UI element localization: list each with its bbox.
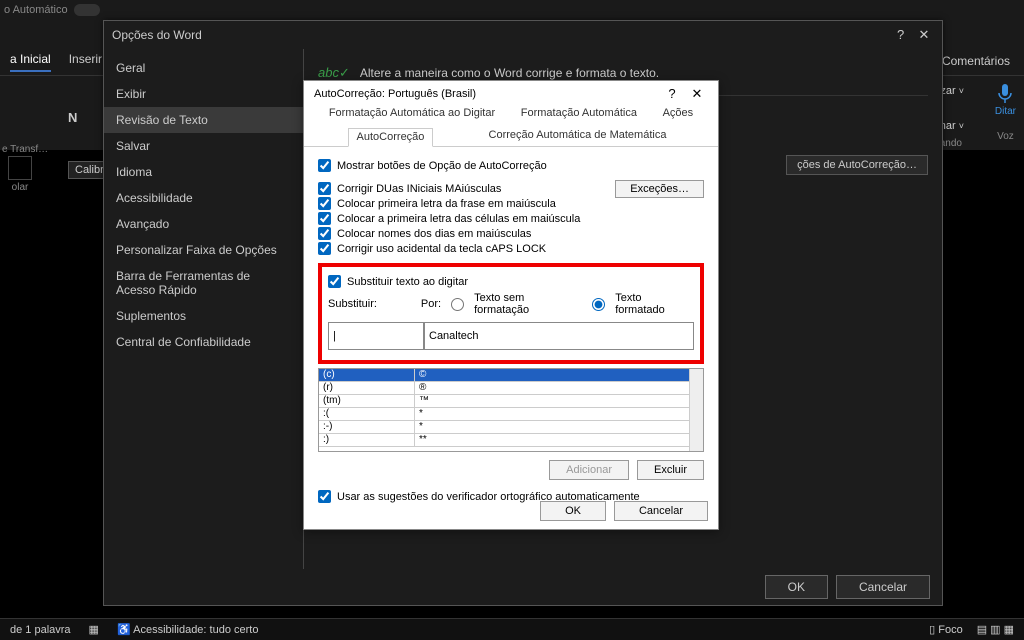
paste-group: olar [2,154,38,195]
chk-capslock-label: Corrigir uso acidental da tecla cAPS LOC… [337,243,546,255]
replace-highlight-box: Substituir texto ao digitar Substituir: … [318,263,704,364]
sidebar-item-idioma[interactable]: Idioma [104,159,303,185]
chk-replace-typing[interactable] [328,275,341,288]
autocorrect-options-button[interactable]: ções de AutoCorreção… [786,155,928,175]
accessibility-status[interactable]: ♿ Acessibilidade: tudo certo [117,623,259,636]
autocorrect-dialog: AutoCorreção: Português (Brasil) ? ✕ For… [303,80,719,530]
bold-button[interactable]: N [68,110,77,125]
replace-label: Substituir: [328,298,377,310]
chk-first-sentence[interactable] [318,197,331,210]
table-row[interactable]: (r)® [319,382,689,395]
view-buttons[interactable]: ▤ ▥ ▦ [977,623,1014,636]
autocorrect-title: AutoCorreção: Português (Brasil) [314,88,476,100]
voice-group-label: Voz [995,131,1016,142]
chk-first-sentence-label: Colocar primeira letra da frase em maiús… [337,198,556,210]
proofing-heading: Altere a maneira como o Word corrige e f… [360,66,659,80]
chk-first-cell[interactable] [318,212,331,225]
tab-math-autocorrect[interactable]: Correção Automática de Matemática [481,127,675,146]
table-scrollbar[interactable] [689,369,703,451]
focus-mode[interactable]: ▯ Foco [929,623,963,636]
with-label: Por: [421,298,441,310]
chk-first-cell-label: Colocar a primeira letra das células em … [337,213,580,225]
chk-spellcheck-suggestions[interactable] [318,490,331,503]
autocorrect-tabs-primary: AutoCorreção Correção Automática de Mate… [304,127,718,147]
options-cancel-button[interactable]: Cancelar [836,575,930,599]
word-count[interactable]: de 1 palavra [10,624,71,636]
tab-autocorrect[interactable]: AutoCorreção [348,128,434,147]
chk-two-initials[interactable] [318,182,331,195]
word-options-titlebar: Opções do Word ? ✕ [104,21,942,49]
tab-format-auto[interactable]: Formatação Automática [521,107,637,125]
options-sidebar: Geral Exibir Revisão de Texto Salvar Idi… [104,49,304,569]
radio-plain-text-label: Texto sem formatação [474,292,582,316]
autocorrect-tabs-secondary: Formatação Automática ao Digitar Formata… [304,107,718,125]
comentarios-button[interactable]: Comentários [936,52,1016,70]
chk-day-names[interactable] [318,227,331,240]
chk-show-buttons[interactable] [318,159,331,172]
replacement-table[interactable]: (c)© (r)® (tm)™ :(* :-)* :)** [318,368,704,452]
editando-group-label: ando [940,138,962,149]
chk-two-initials-label: Corrigir DUas INiciais MAiúsculas [337,183,501,195]
dictate-label: Ditar [995,106,1016,117]
ribbon-tabs: a Inicial Inserir [0,52,102,72]
table-row[interactable]: (tm)™ [319,395,689,408]
sidebar-item-salvar[interactable]: Salvar [104,133,303,159]
tab-inicial[interactable]: a Inicial [10,52,51,72]
sidebar-item-avancado[interactable]: Avançado [104,211,303,237]
chk-capslock[interactable] [318,242,331,255]
bg-auto-label: o Automático [0,4,68,16]
close-icon[interactable]: ✕ [686,86,708,102]
chk-show-buttons-label: Mostrar botões de Opção de AutoCorreção [337,160,547,172]
chk-replace-typing-label: Substituir texto ao digitar [347,276,468,288]
radio-plain-text[interactable] [451,298,464,311]
toggle-autosave[interactable] [74,4,100,16]
exceptions-button[interactable]: Exceções… [615,180,704,198]
sidebar-item-suplementos[interactable]: Suplementos [104,303,303,329]
paste-label: olar [8,182,32,193]
add-button[interactable]: Adicionar [549,460,629,480]
table-row[interactable]: (c)© [319,369,689,382]
language-indicator[interactable]: ▦ [89,623,99,636]
tab-format-typing[interactable]: Formatação Automática ao Digitar [329,107,495,125]
table-row[interactable]: :-)* [319,421,689,434]
table-row[interactable]: :)** [319,434,689,447]
sidebar-item-barra[interactable]: Barra de Ferramentas de Acesso Rápido [104,263,303,303]
sidebar-item-acessibilidade[interactable]: Acessibilidade [104,185,303,211]
options-ok-button[interactable]: OK [765,575,828,599]
paste-icon[interactable] [8,156,32,180]
help-icon[interactable]: ? [661,86,683,101]
help-icon[interactable]: ? [891,27,911,42]
sidebar-item-personalizar[interactable]: Personalizar Faixa de Opções [104,237,303,263]
sidebar-item-revisao[interactable]: Revisão de Texto [104,107,303,133]
autocorrect-titlebar: AutoCorreção: Português (Brasil) ? ✕ [304,81,718,107]
table-row[interactable]: :(* [319,408,689,421]
proofing-icon: abc✓ [318,65,350,81]
close-icon[interactable]: ✕ [914,27,934,43]
autocorrect-cancel-button[interactable]: Cancelar [614,501,708,521]
word-options-title: Opções do Word [112,28,202,42]
dictate-button[interactable]: Ditar Voz [995,82,1016,142]
tab-actions[interactable]: Ações [663,107,694,125]
delete-button[interactable]: Excluir [637,460,704,480]
sidebar-item-exibir[interactable]: Exibir [104,81,303,107]
autocorrect-ok-button[interactable]: OK [540,501,606,521]
radio-formatted-text-label: Texto formatado [615,292,694,316]
sidebar-item-confiabilidade[interactable]: Central de Confiabilidade [104,329,303,355]
chk-day-names-label: Colocar nomes dos dias em maiúsculas [337,228,531,240]
replace-input[interactable] [328,322,424,350]
tab-inserir[interactable]: Inserir [69,52,102,72]
with-input[interactable] [424,322,694,350]
status-bar: de 1 palavra ▦ ♿ Acessibilidade: tudo ce… [0,618,1024,640]
radio-formatted-text[interactable] [592,298,605,311]
sidebar-item-geral[interactable]: Geral [104,55,303,81]
clipboard-group-label: e Transf… [2,144,48,155]
